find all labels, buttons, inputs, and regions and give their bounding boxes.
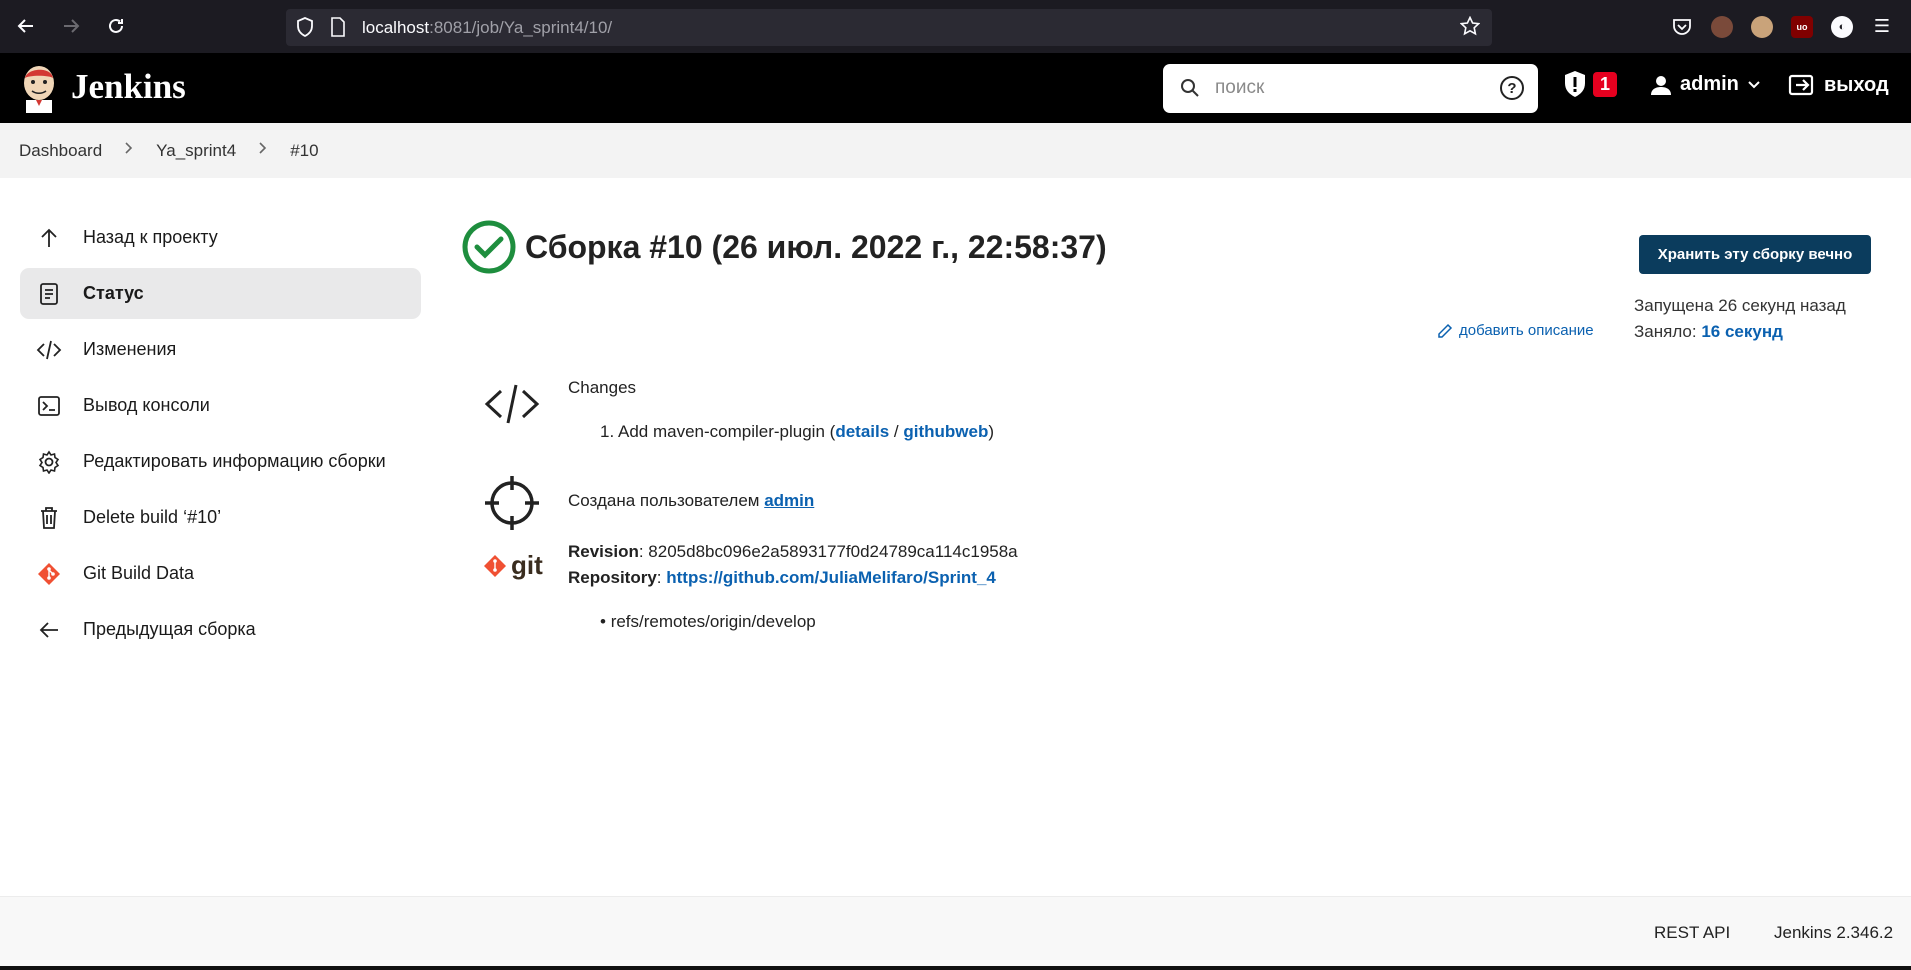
git-logo: git <box>483 550 543 581</box>
security-alert[interactable]: 1 <box>1563 70 1618 98</box>
back-arrow-icon[interactable] <box>4 4 48 48</box>
menu-icon[interactable]: ☰ <box>1871 16 1893 38</box>
search-box[interactable]: ? <box>1163 64 1538 113</box>
build-title-row: Сборка #10 (26 июл. 2022 г., 22:58:37) <box>462 220 1107 274</box>
chevron-right-icon[interactable] <box>124 141 134 160</box>
created-row <box>483 474 541 532</box>
search-input[interactable] <box>1215 74 1475 102</box>
forward-arrow-icon[interactable] <box>49 4 93 48</box>
user-name: admin <box>1680 73 1739 95</box>
changes-row <box>483 375 541 433</box>
pencil-icon <box>1438 323 1453 338</box>
sidebar-item-label: Git Build Data <box>83 563 195 583</box>
duration-link[interactable]: 16 секунд <box>1701 322 1783 341</box>
sidebar-item-status[interactable]: Статус <box>20 268 421 319</box>
chevron-right-icon[interactable] <box>258 141 268 160</box>
change-details-link[interactable]: details <box>835 422 889 441</box>
search-icon <box>1179 77 1201 104</box>
url-bar[interactable]: localhost:8081/job/Ya_sprint4/10/ <box>286 9 1492 46</box>
sidebar-item-label: Статус <box>83 283 144 303</box>
logout-icon <box>1788 74 1814 96</box>
pocket-icon[interactable] <box>1671 16 1693 38</box>
git-icon <box>36 561 62 587</box>
terminal-icon <box>36 393 62 419</box>
git-row: git <box>483 550 543 581</box>
logout-label: выход <box>1824 73 1889 96</box>
page-title: Сборка #10 (26 июл. 2022 г., 22:58:37) <box>525 228 1107 265</box>
git-logo-text: git <box>511 550 543 580</box>
repository-text: Repository: https://github.com/JuliaMeli… <box>568 568 996 587</box>
sidebar-item-back-to-project[interactable]: Назад к проекту <box>20 212 421 263</box>
breadcrumb: Dashboard Ya_sprint4 #10 <box>0 123 1911 178</box>
extension-face-icon[interactable] <box>1751 15 1773 38</box>
alert-count-badge: 1 <box>1593 71 1618 97</box>
chevron-down-icon <box>1748 80 1760 88</box>
sidebar-item-label: Предыдущая сборка <box>83 619 256 639</box>
duration-text: Заняло: 16 секунд <box>1634 322 1783 341</box>
browser-toolbar: localhost:8081/job/Ya_sprint4/10/ uo ◐ ☰ <box>0 0 1911 53</box>
breadcrumb-build[interactable]: #10 <box>290 141 318 161</box>
extension-avatar-icon[interactable] <box>1711 15 1733 38</box>
version-link[interactable]: Jenkins 2.346.2 <box>1774 923 1893 943</box>
sidebar-item-label: Delete build ‘#10’ <box>83 507 222 527</box>
success-check-icon <box>462 220 516 274</box>
branch-list-item: • refs/remotes/origin/develop <box>600 612 816 631</box>
created-by-text: Создана пользователем admin <box>568 491 815 510</box>
breadcrumb-dashboard[interactable]: Dashboard <box>19 141 102 161</box>
sidebar-item-previous-build[interactable]: Предыдущая сборка <box>20 604 421 655</box>
logout-button[interactable]: выход <box>1788 73 1889 97</box>
jenkins-header: Jenkins ? 1 admin выход <box>0 53 1911 123</box>
help-icon[interactable]: ? <box>1500 76 1524 100</box>
sidebar-item-console-output[interactable]: Вывод консоли <box>20 380 421 431</box>
code-icon <box>36 337 62 363</box>
change-list-item: 1. Add maven-compiler-plugin (details / … <box>600 422 994 441</box>
changes-heading: Changes <box>568 378 637 397</box>
sidebar-item-label: Назад к проекту <box>83 227 218 247</box>
bookmark-star-icon[interactable] <box>1459 15 1481 41</box>
ublock-icon[interactable]: uo <box>1791 15 1813 38</box>
footer: REST API Jenkins 2.346.2 <box>0 896 1911 970</box>
shield-alert-icon <box>1565 71 1585 97</box>
started-text: Запущена 26 секунд назад <box>1634 296 1846 315</box>
repository-link[interactable]: https://github.com/JuliaMelifaro/Sprint_… <box>666 568 996 587</box>
url-text[interactable]: localhost:8081/job/Ya_sprint4/10/ <box>362 18 612 38</box>
sidebar-item-label: Изменения <box>83 339 177 359</box>
trash-icon <box>36 505 62 531</box>
change-githubweb-link[interactable]: githubweb <box>903 422 988 441</box>
created-user-link[interactable]: admin <box>764 491 814 510</box>
sidebar-item-git-build-data[interactable]: Git Build Data <box>20 548 421 599</box>
shield-icon[interactable] <box>296 17 314 42</box>
add-description-link[interactable]: добавить описание <box>1437 322 1594 339</box>
user-icon <box>1651 75 1671 95</box>
code-icon <box>483 375 541 433</box>
sidebar-item-label: Редактировать информацию сборки <box>83 451 386 471</box>
rest-api-link[interactable]: REST API <box>1654 923 1730 943</box>
page-icon <box>330 17 346 42</box>
sidebar-item-changes[interactable]: Изменения <box>20 324 421 375</box>
document-icon <box>36 281 62 307</box>
arrow-left-icon <box>36 617 62 643</box>
extension-circle-icon[interactable]: ◐ <box>1831 15 1853 38</box>
jenkins-title[interactable]: Jenkins <box>71 67 186 107</box>
jenkins-logo-icon[interactable] <box>18 63 60 113</box>
gear-icon <box>36 449 62 475</box>
revision-text: Revision: 8205d8bc096e2a5893177f0d24789c… <box>568 542 1018 561</box>
sidebar-item-label: Вывод консоли <box>83 395 210 415</box>
git-icon <box>484 554 506 577</box>
user-menu[interactable]: admin <box>1650 73 1761 96</box>
sidebar-item-edit-build-info[interactable]: Редактировать информацию сборки <box>20 436 421 487</box>
keep-build-forever-button[interactable]: Хранить эту сборку вечно <box>1639 235 1871 274</box>
sidebar-item-delete-build[interactable]: Delete build ‘#10’ <box>20 492 421 543</box>
sidebar: Назад к проекту Статус Изменения Вывод к… <box>20 212 421 660</box>
arrow-up-icon <box>36 225 62 251</box>
crosshair-icon <box>483 474 541 532</box>
breadcrumb-project[interactable]: Ya_sprint4 <box>156 141 236 161</box>
reload-icon[interactable] <box>94 4 138 48</box>
window-bottom-edge <box>0 966 1911 970</box>
